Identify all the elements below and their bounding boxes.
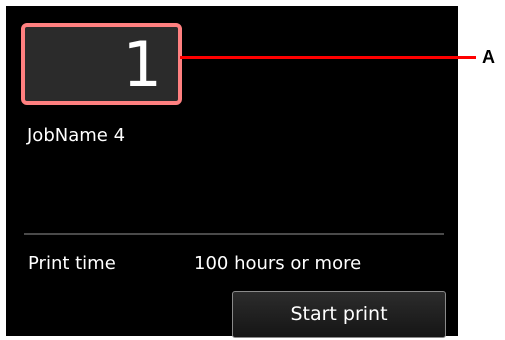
callout-line (180, 56, 476, 59)
print-time-value: 100 hours or more (194, 253, 362, 274)
figure: 1 JobName 4 Print time 100 hours or more… (0, 0, 505, 340)
start-print-button[interactable]: Start print (232, 291, 446, 338)
copies-value: 1 (122, 28, 162, 101)
copies-field[interactable]: 1 (21, 23, 182, 105)
callout-label: A (482, 47, 495, 67)
print-time-label: Print time (28, 253, 116, 274)
job-name: JobName 4 (27, 125, 126, 146)
divider (24, 233, 444, 235)
